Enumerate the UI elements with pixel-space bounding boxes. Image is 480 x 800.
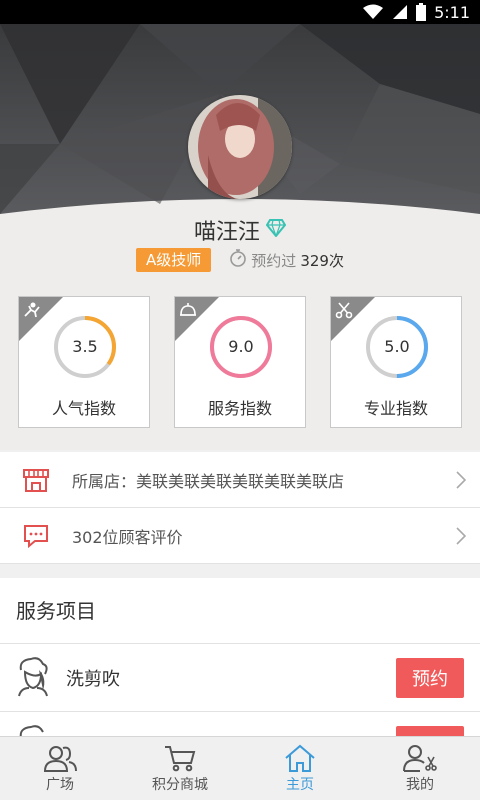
service-bell-icon xyxy=(180,303,196,316)
user-scissors-icon xyxy=(403,744,437,772)
comment-icon xyxy=(0,524,72,548)
status-bar: 5:11 xyxy=(0,0,480,24)
nav-mine[interactable]: 我的 xyxy=(360,737,480,800)
status-time: 5:11 xyxy=(434,2,470,22)
services-title: 服务项目 xyxy=(0,578,480,644)
booked-label: 预约过 xyxy=(251,251,297,270)
professional-value: 5.0 xyxy=(384,337,410,356)
home-icon xyxy=(285,744,315,772)
scissors-icon xyxy=(335,302,353,319)
name-row: 喵汪汪 xyxy=(0,214,480,246)
reviews-row[interactable]: 302位顾客评价 xyxy=(0,508,480,564)
signal-icon xyxy=(392,4,408,20)
chevron-right-icon xyxy=(456,471,467,493)
stylist-name: 喵汪汪 xyxy=(193,220,260,245)
wifi-icon xyxy=(362,4,384,20)
service-value: 9.0 xyxy=(228,337,254,356)
service-item[interactable]: 洗剪吹 预约 xyxy=(0,644,480,712)
popularity-value: 3.5 xyxy=(72,337,98,356)
popularity-label: 人气指数 xyxy=(51,399,116,418)
store-icon xyxy=(0,467,72,493)
nav-points-mall-label: 积分商城 xyxy=(152,776,208,793)
booked-stat: 预约过 329次 xyxy=(229,248,344,272)
nav-mine-label: 我的 xyxy=(406,776,434,793)
score-cards: 3.5 人气指数 9.0 服务指数 5.0 专业指数 xyxy=(18,296,462,428)
book-button[interactable]: 预约 xyxy=(396,658,464,698)
cart-icon xyxy=(165,745,196,771)
haircut-icon xyxy=(0,656,66,700)
people-icon xyxy=(43,745,77,772)
professional-card[interactable]: 5.0 专业指数 xyxy=(330,296,462,428)
service-label: 服务指数 xyxy=(207,399,272,418)
professional-label: 专业指数 xyxy=(363,399,428,418)
nav-points-mall[interactable]: 积分商城 xyxy=(120,737,240,800)
avatar[interactable] xyxy=(188,95,292,199)
profile-header: 喵汪汪 A级技师 预约过 329次 3.5 人气指数 9.0 服务指数 5.0 … xyxy=(0,24,480,450)
info-list: 所属店：美联美联美联美联美联美联店 302位顾客评价 xyxy=(0,452,480,564)
store-text: 所属店：美联美联美联美联美联美联店 xyxy=(72,471,345,491)
booked-count: 329次 xyxy=(300,251,344,270)
diamond-icon xyxy=(265,219,287,241)
chevron-right-icon xyxy=(456,527,467,549)
service-card[interactable]: 9.0 服务指数 xyxy=(174,296,306,428)
popularity-card[interactable]: 3.5 人气指数 xyxy=(18,296,150,428)
level-badge: A级技师 xyxy=(136,248,212,272)
reviews-text: 302位顾客评价 xyxy=(72,527,183,547)
nav-plaza[interactable]: 广场 xyxy=(0,737,120,800)
nav-home-label: 主页 xyxy=(286,776,314,793)
nav-home[interactable]: 主页 xyxy=(240,737,360,800)
info-row: A级技师 预约过 329次 xyxy=(0,248,480,272)
store-row[interactable]: 所属店：美联美联美联美联美联美联店 xyxy=(0,452,480,508)
battery-icon xyxy=(416,3,427,21)
popularity-icon xyxy=(24,302,40,318)
nav-plaza-label: 广场 xyxy=(46,776,74,793)
bottom-nav: 广场 积分商城 主页 我的 xyxy=(0,736,480,800)
stopwatch-icon xyxy=(229,248,247,272)
